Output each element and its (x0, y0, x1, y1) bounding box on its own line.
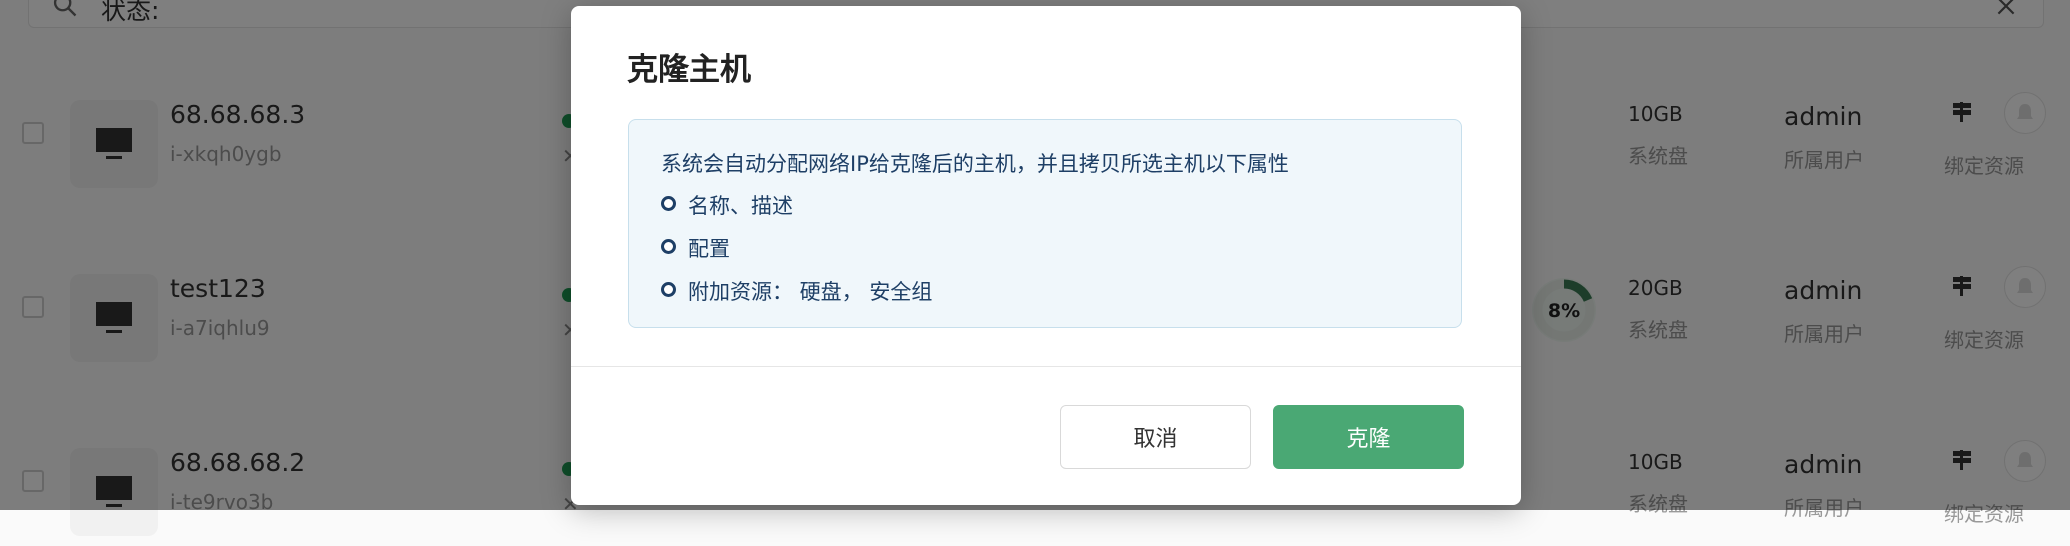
clone-button[interactable]: 克隆 (1273, 405, 1464, 469)
footer-divider (571, 366, 1521, 367)
dialog-title: 克隆主机 (627, 52, 751, 88)
clone-host-dialog: 克隆主机 系统会自动分配网络IP给克隆后的主机，并且拷贝所选主机以下属性 名称、… (571, 6, 1521, 505)
info-item-text: 附加资源： 硬盘， 安全组 (688, 280, 933, 304)
bullet-circle-icon (661, 239, 676, 254)
info-item-text: 名称、描述 (688, 194, 793, 218)
info-heading: 系统会自动分配网络IP给克隆后的主机，并且拷贝所选主机以下属性 (661, 152, 1289, 176)
bullet-circle-icon (661, 196, 676, 211)
bullet-circle-icon (661, 282, 676, 297)
cancel-button[interactable]: 取消 (1060, 405, 1251, 469)
info-item-text: 配置 (688, 237, 730, 261)
clone-info-box: 系统会自动分配网络IP给克隆后的主机，并且拷贝所选主机以下属性 名称、描述 配置… (628, 119, 1462, 328)
